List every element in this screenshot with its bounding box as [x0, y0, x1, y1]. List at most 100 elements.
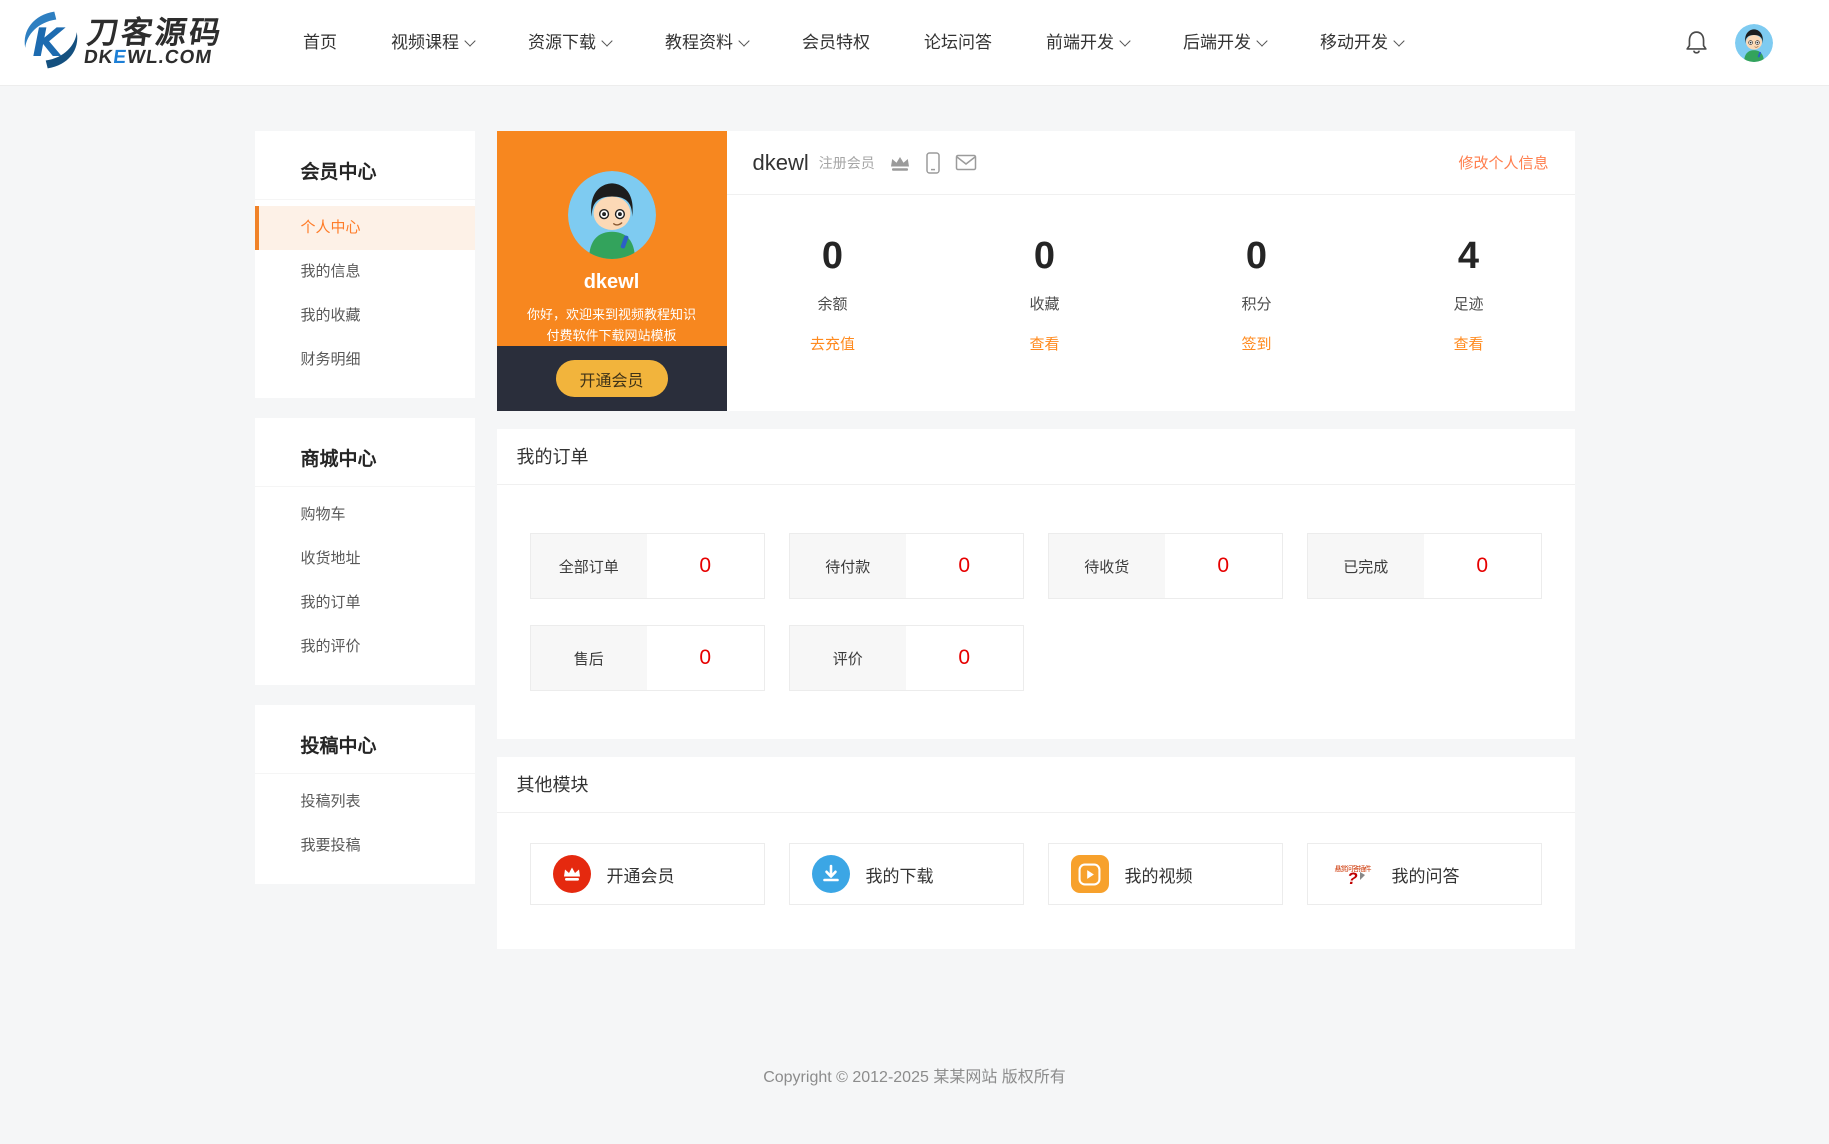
stat-action-link[interactable]: 查看 — [1029, 333, 1059, 354]
sidebar-item[interactable]: 我要投稿 — [255, 824, 475, 868]
nav-item[interactable]: 论坛问答 — [897, 0, 1019, 86]
nav-item[interactable]: 会员特权 — [775, 0, 897, 86]
chevron-down-icon — [1256, 35, 1267, 46]
vip-username: dkewl — [497, 271, 727, 294]
page-content: 会员中心 个人中心 我的信息 我的收藏 财务明细 商城中心 购物车 收货地址 我… — [255, 131, 1575, 949]
edit-profile-link[interactable]: 修改个人信息 — [1458, 152, 1548, 173]
sidebar-section-member: 会员中心 个人中心 我的信息 我的收藏 财务明细 — [255, 131, 475, 398]
notification-bell-icon[interactable] — [1684, 29, 1709, 56]
orders-title: 我的订单 — [497, 429, 1575, 485]
stat-action-link[interactable]: 去充值 — [810, 333, 855, 354]
user-avatar[interactable] — [1735, 24, 1773, 62]
order-status-box[interactable]: 评价 0 — [789, 625, 1024, 691]
phone-icon[interactable] — [925, 151, 941, 175]
stat-label: 足迹 — [1363, 293, 1575, 314]
sidebar-item[interactable]: 购物车 — [255, 493, 475, 537]
sidebar: 会员中心 个人中心 我的信息 我的收藏 财务明细 商城中心 购物车 收货地址 我… — [255, 131, 475, 904]
nav-item[interactable]: 移动开发 — [1293, 0, 1430, 86]
nav-item[interactable]: 首页 — [276, 0, 364, 86]
top-navbar: K 刀客源码 DKEWL.COM 首页 视频课程 资源下载 教程资料 会员特权 … — [0, 0, 1829, 86]
crown-badge-icon — [553, 855, 591, 893]
order-status-box[interactable]: 售后 0 — [530, 625, 765, 691]
stat-item: 0 积分 签到 — [1151, 235, 1363, 354]
sidebar-item[interactable]: 我的评价 — [255, 625, 475, 669]
profile-row: dkewl 你好，欢迎来到视频教程知识 付费软件下载网站模板 开通会员 dkew… — [497, 131, 1575, 411]
download-badge-icon — [812, 855, 850, 893]
stat-value: 4 — [1363, 235, 1575, 278]
order-status-count: 0 — [1165, 534, 1282, 598]
sidebar-item[interactable]: 我的收藏 — [255, 294, 475, 338]
module-my-videos[interactable]: 我的视频 — [1048, 843, 1283, 905]
order-status-box[interactable]: 全部订单 0 — [530, 533, 765, 599]
sidebar-section-title: 投稿中心 — [255, 713, 475, 774]
navbar-right — [1684, 24, 1773, 62]
module-my-downloads[interactable]: 我的下载 — [789, 843, 1024, 905]
crown-icon — [889, 154, 911, 172]
stat-label: 积分 — [1151, 293, 1363, 314]
order-status-label: 已完成 — [1308, 534, 1425, 598]
stat-item: 0 收藏 查看 — [939, 235, 1151, 354]
logo-domain: DKEWL.COM — [82, 48, 221, 68]
nav-item[interactable]: 资源下载 — [501, 0, 638, 86]
svg-text:K: K — [33, 20, 67, 66]
vip-welcome-text: 你好，欢迎来到视频教程知识 付费软件下载网站模板 — [497, 304, 727, 346]
chevron-down-icon — [464, 35, 475, 46]
stat-value: 0 — [727, 235, 939, 278]
order-status-count: 0 — [647, 626, 764, 690]
profile-avatar — [568, 171, 656, 259]
sidebar-section-shop: 商城中心 购物车 收货地址 我的订单 我的评价 — [255, 418, 475, 685]
stat-action-link[interactable]: 查看 — [1453, 333, 1483, 354]
modules-card: 其他模块 开通会员 — [497, 757, 1575, 949]
member-role-badge: 注册会员 — [819, 153, 875, 173]
sidebar-section-title: 商城中心 — [255, 426, 475, 487]
order-status-box[interactable]: 待收货 0 — [1048, 533, 1283, 599]
broken-image-glyph: ? — [1347, 869, 1357, 888]
modules-title: 其他模块 — [497, 757, 1575, 813]
order-status-label: 全部订单 — [531, 534, 648, 598]
order-status-box[interactable]: 已完成 0 — [1307, 533, 1542, 599]
open-vip-button[interactable]: 开通会员 — [556, 360, 668, 397]
order-status-count: 0 — [906, 534, 1023, 598]
stat-label: 收藏 — [939, 293, 1151, 314]
chevron-down-icon — [601, 35, 612, 46]
sidebar-section-submit: 投稿中心 投稿列表 我要投稿 — [255, 705, 475, 884]
nav-item[interactable]: 教程资料 — [638, 0, 775, 86]
username: dkewl — [753, 150, 809, 176]
order-status-label: 评价 — [790, 626, 907, 690]
vip-card: dkewl 你好，欢迎来到视频教程知识 付费软件下载网站模板 开通会员 — [497, 131, 727, 411]
order-status-label: 待收货 — [1049, 534, 1166, 598]
site-logo[interactable]: K 刀客源码 DKEWL.COM — [18, 8, 246, 77]
logo-title: 刀客源码 — [85, 18, 225, 48]
sidebar-item[interactable]: 个人中心 — [255, 206, 475, 250]
chevron-down-icon — [1119, 35, 1130, 46]
sidebar-item[interactable]: 财务明细 — [255, 338, 475, 382]
stat-label: 余额 — [727, 293, 939, 314]
chevron-down-icon — [1393, 35, 1404, 46]
orders-card: 我的订单 全部订单 0 待付款 0 待收货 0 已完成 0 售后 — [497, 429, 1575, 739]
stat-action-link[interactable]: 签到 — [1241, 333, 1271, 354]
nav-item[interactable]: 后端开发 — [1156, 0, 1293, 86]
logo-icon: K — [18, 8, 84, 77]
order-status-count: 0 — [1424, 534, 1541, 598]
mail-icon[interactable] — [955, 154, 977, 171]
video-badge-icon — [1071, 855, 1109, 893]
copyright-text: Copyright © 2012-2025 某某网站 版权所有 — [0, 1063, 1829, 1087]
sidebar-item[interactable]: 我的信息 — [255, 250, 475, 294]
sidebar-item[interactable]: 我的订单 — [255, 581, 475, 625]
order-status-label: 待付款 — [790, 534, 907, 598]
profile-panel-header: dkewl 注册会员 — [727, 131, 1575, 195]
nav-item[interactable]: 视频课程 — [364, 0, 501, 86]
stat-item: 0 余额 去充值 — [727, 235, 939, 354]
module-my-qa[interactable]: 悬赏问答插件 ? 我的问答 — [1307, 843, 1542, 905]
orders-grid: 全部订单 0 待付款 0 待收货 0 已完成 0 售后 0 — [497, 485, 1575, 739]
nav-item[interactable]: 前端开发 — [1019, 0, 1156, 86]
stat-value: 0 — [939, 235, 1151, 278]
main-nav: 首页 视频课程 资源下载 教程资料 会员特权 论坛问答 前端开发 后端开发 移动… — [276, 0, 1430, 86]
module-open-vip[interactable]: 开通会员 — [530, 843, 765, 905]
order-status-count: 0 — [647, 534, 764, 598]
order-status-box[interactable]: 待付款 0 — [789, 533, 1024, 599]
modules-grid: 开通会员 我的下载 — [497, 813, 1575, 949]
sidebar-item[interactable]: 投稿列表 — [255, 780, 475, 824]
broken-image-icon: 悬赏问答插件 ? — [1330, 865, 1376, 883]
sidebar-item[interactable]: 收货地址 — [255, 537, 475, 581]
